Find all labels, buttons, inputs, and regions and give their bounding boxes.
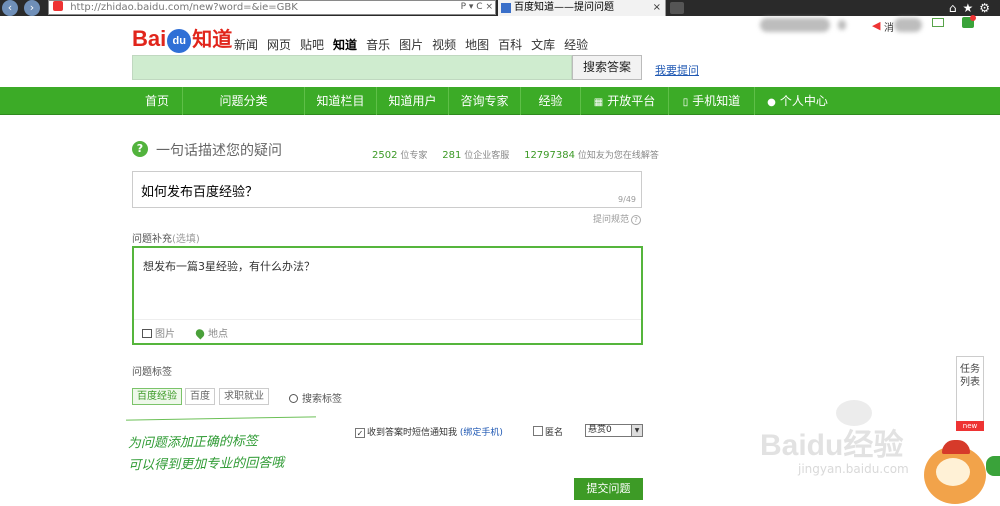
favicon-icon xyxy=(53,1,63,11)
tab-favicon-icon xyxy=(501,3,511,13)
question-input[interactable]: 如何发布百度经验？ 9/49 xyxy=(132,171,642,208)
top-nav-item[interactable]: 新闻 xyxy=(234,38,258,52)
home-icon[interactable]: ⌂ xyxy=(949,1,963,15)
nav-open-platform[interactable]: ▦ 开放平台 xyxy=(580,87,668,115)
chevron-down-icon: ▼ xyxy=(631,425,642,436)
top-nav-item[interactable]: 图片 xyxy=(399,38,423,52)
nav-categories[interactable]: 问题分类 xyxy=(182,87,304,115)
sms-notify-option[interactable]: ✓ 收到答案时短信通知我 (绑定手机) xyxy=(355,425,503,438)
sms-checkbox[interactable]: ✓ xyxy=(355,428,365,438)
user-icon: ● xyxy=(767,97,776,108)
browser-tab[interactable]: 百度知道——提问问题 × xyxy=(498,0,666,16)
supplement-label: 问题补充(选填) xyxy=(132,234,200,245)
tab-close-icon[interactable]: × xyxy=(653,0,661,15)
question-char-count: 9/49 xyxy=(618,195,636,204)
question-guide-link[interactable]: 提问规范? xyxy=(593,212,642,225)
answerer-stats: 2502 位专家 281 位企业客服 12797384 位知友为您在线解答 xyxy=(372,150,659,161)
nav-mobile[interactable]: ▯ 手机知道 xyxy=(668,87,754,115)
logo-text-zhidao: 知道 xyxy=(192,29,233,51)
tag-job-hunting[interactable]: 求职就业 xyxy=(219,388,269,405)
watermark-url: jingyan.baidu.com xyxy=(798,462,909,476)
tag-baidu[interactable]: 百度 xyxy=(185,388,215,405)
supplement-toolbar: 图片 地点 xyxy=(134,319,641,343)
main-nav-bar: 首页 问题分类 知道栏目 知道用户 咨询专家 经验 ▦ 开放平台 ▯ 手机知道 ● 个… xyxy=(0,87,1000,115)
message-label[interactable]: 消 xyxy=(884,19,894,34)
top-nav-item[interactable]: 视频 xyxy=(432,38,456,52)
top-nav-item[interactable]: 知道 xyxy=(333,38,357,52)
experts-count: 2502 xyxy=(372,150,398,161)
task-list-button[interactable]: 任务列表 xyxy=(956,356,984,430)
ask-question-link[interactable]: 我要提问 xyxy=(655,62,699,78)
supplement-value: 想发布一篇3星经验，有什么办法？ xyxy=(143,260,315,273)
handwritten-annotation: 为问题添加正确的标签 可以得到更加专业的回答哦 xyxy=(127,434,285,474)
service-count: 281 xyxy=(442,150,462,161)
favorites-icon[interactable]: ★ xyxy=(962,1,979,15)
address-bar[interactable]: http://zhidao.baidu.com/new?word=&ie=GBK… xyxy=(48,0,496,15)
logo-paw-icon: du xyxy=(167,29,192,53)
tab-title: 百度知道——提问问题 xyxy=(514,2,614,13)
top-nav-item[interactable]: 经验 xyxy=(564,38,588,52)
image-icon xyxy=(142,329,152,338)
friends-count: 12797384 xyxy=(524,150,575,161)
forward-icon[interactable]: › xyxy=(24,0,40,16)
nav-users[interactable]: 知道用户 xyxy=(376,87,448,115)
top-nav-item[interactable]: 音乐 xyxy=(366,38,390,52)
insert-image-button[interactable]: 图片 xyxy=(142,325,175,340)
top-nav-item[interactable]: 贴吧 xyxy=(300,38,324,52)
speaker-icon[interactable]: ◀ xyxy=(872,19,880,32)
top-product-nav: 新闻 网页 贴吧 知道 音乐 图片 视频 地图 百科 文库 经验 xyxy=(234,36,597,53)
submit-question-button[interactable]: 提交问题 xyxy=(574,478,643,500)
handwritten-underline xyxy=(126,416,316,421)
reward-select[interactable]: 悬赏0 ▼ xyxy=(585,424,643,437)
blurred-username xyxy=(760,18,830,32)
nav-experience[interactable]: 经验 xyxy=(520,87,580,115)
top-nav-item[interactable]: 文库 xyxy=(531,38,555,52)
nav-columns[interactable]: 知道栏目 xyxy=(304,87,376,115)
mascot-icon[interactable] xyxy=(916,436,1000,506)
question-input-value: 如何发布百度经验？ xyxy=(141,185,259,200)
search-tags-button[interactable]: 搜索标签 xyxy=(289,390,342,405)
phone-icon: ▯ xyxy=(682,97,689,108)
nav-experts[interactable]: 咨询专家 xyxy=(448,87,520,115)
supplement-textarea[interactable]: 想发布一篇3星经验，有什么办法？ 图片 地点 xyxy=(132,246,643,345)
baidu-zhidao-logo[interactable]: Bai du 知道 xyxy=(132,24,232,54)
grid-icon: ▦ xyxy=(593,97,604,108)
mail-icon[interactable] xyxy=(932,18,944,27)
top-nav-item[interactable]: 百科 xyxy=(498,38,522,52)
task-new-badge: new xyxy=(956,421,984,431)
browser-chrome: ‹ › http://zhidao.baidu.com/new?word=&ie… xyxy=(0,0,1000,16)
anonymous-option[interactable]: 匿名 xyxy=(533,425,563,438)
user-area: ◀ 消 xyxy=(760,15,1000,36)
address-bar-tools[interactable]: P ▾ C × xyxy=(461,1,493,14)
tags-label: 问题标签 xyxy=(132,367,172,378)
new-tab-icon[interactable] xyxy=(670,2,684,14)
notification-dot xyxy=(970,15,976,21)
question-heading: 一句话描述您的疑问 xyxy=(156,143,282,159)
nav-home[interactable]: 首页 xyxy=(132,87,182,115)
search-input[interactable] xyxy=(132,55,572,80)
search-icon xyxy=(289,394,298,403)
nav-personal-center[interactable]: ● 个人中心 xyxy=(754,87,840,115)
url-text: http://zhidao.baidu.com/new?word=&ie=GBK xyxy=(70,2,298,13)
location-pin-icon xyxy=(193,327,207,340)
help-icon: ? xyxy=(631,215,642,225)
top-nav-item[interactable]: 网页 xyxy=(267,38,291,52)
search-answers-button[interactable]: 搜索答案 xyxy=(572,55,642,80)
top-nav-item[interactable]: 地图 xyxy=(465,38,489,52)
tag-baidu-experience[interactable]: 百度经验 xyxy=(132,388,182,405)
insert-location-button[interactable]: 地点 xyxy=(193,325,228,340)
bind-phone-link[interactable]: (绑定手机) xyxy=(460,428,503,438)
anonymous-checkbox[interactable] xyxy=(533,426,543,436)
blurred-message-count xyxy=(894,18,922,32)
logo-text-bai: Bai xyxy=(132,26,167,51)
settings-gear-icon[interactable]: ⚙ xyxy=(979,1,996,15)
question-mark-icon: ? xyxy=(132,141,148,157)
back-icon[interactable]: ‹ xyxy=(2,0,18,16)
watermark-logo: Baidu经验 xyxy=(760,429,904,462)
blurred-info xyxy=(838,20,846,30)
